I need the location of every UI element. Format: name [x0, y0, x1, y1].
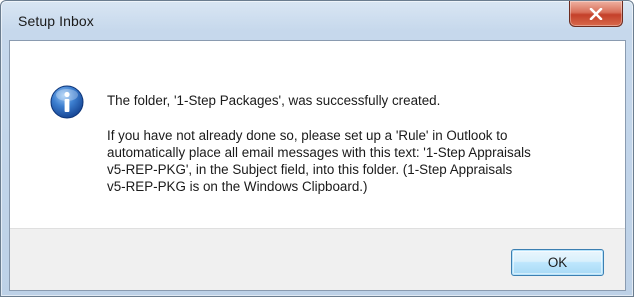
message-detail-line: v5-REP-PKG is on the Windows Clipboard.) — [107, 179, 368, 194]
message-main-text: The folder, '1-Step Packages', was succe… — [107, 93, 441, 108]
title-bar[interactable]: Setup Inbox — [1, 1, 633, 41]
message-detail-text: If you have not already done so, please … — [107, 127, 617, 195]
message-detail-line: If you have not already done so, please … — [107, 128, 508, 143]
button-bar: OK — [10, 228, 625, 290]
message-detail-line: v5-REP-PKG', in the Subject field, into … — [107, 162, 513, 177]
message-detail-line: automatically place all email messages w… — [107, 145, 531, 160]
window-title: Setup Inbox — [18, 13, 94, 29]
dialog-client-area: The folder, '1-Step Packages', was succe… — [9, 40, 626, 291]
close-button[interactable] — [569, 1, 623, 27]
dialog-window: Setup Inbox The folder, '1-Step Packages… — [0, 0, 634, 297]
ok-button[interactable]: OK — [511, 249, 604, 276]
information-icon — [50, 85, 84, 119]
message-area: The folder, '1-Step Packages', was succe… — [10, 41, 625, 228]
close-icon — [589, 7, 603, 20]
